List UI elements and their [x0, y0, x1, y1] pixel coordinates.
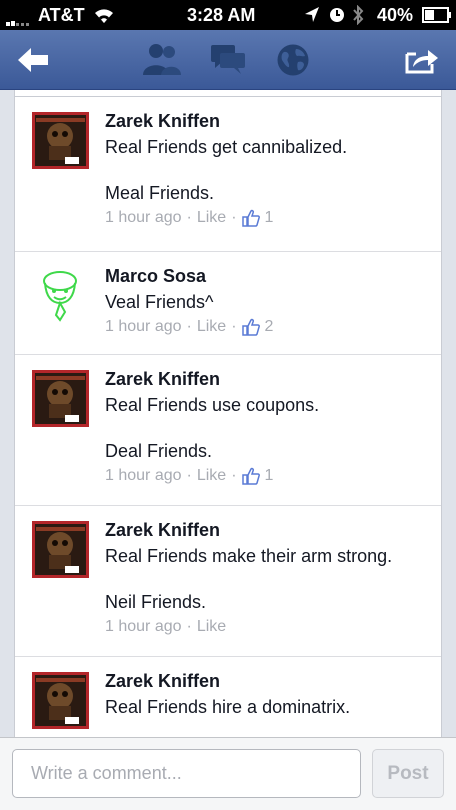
- comment-timestamp: 1 hour ago: [105, 318, 182, 335]
- separator-dot: ·: [186, 618, 192, 635]
- separator-dot: ·: [231, 209, 237, 226]
- comments-panel: Zarek Kniffen Real Friends get cannibali…: [14, 90, 442, 737]
- carrier-label: AT&T: [38, 5, 85, 25]
- comment-text: Real Friends make their arm strong. Neil…: [105, 546, 393, 612]
- post-button[interactable]: Post: [372, 749, 444, 798]
- battery-percent: 40%: [377, 5, 414, 25]
- comment-meta: 1 hour ago · Like · 1: [105, 208, 431, 228]
- separator-dot: ·: [186, 467, 192, 484]
- like-count: 2: [264, 318, 274, 335]
- clock-icon: [329, 7, 345, 28]
- wifi-icon: [92, 6, 116, 29]
- comment-text: Real Friends use coupons. Deal Friends.: [105, 395, 320, 461]
- like-link[interactable]: Like: [197, 317, 226, 337]
- comment-author[interactable]: Zarek Kniffen: [105, 519, 431, 541]
- like-link[interactable]: Like: [197, 617, 226, 637]
- back-arrow-icon[interactable]: [16, 46, 50, 82]
- album-cover-avatar[interactable]: [32, 672, 89, 729]
- comment-author[interactable]: Marco Sosa: [105, 265, 431, 287]
- separator-dot: ·: [186, 209, 192, 226]
- green-cartoon-avatar[interactable]: [32, 267, 89, 324]
- comment-author[interactable]: Zarek Kniffen: [105, 670, 431, 692]
- separator-dot: ·: [186, 318, 192, 335]
- album-cover-avatar[interactable]: [32, 521, 89, 578]
- separator-dot: ·: [231, 467, 237, 484]
- like-count: 1: [264, 467, 274, 484]
- friends-icon[interactable]: [141, 42, 183, 78]
- comment-item: Marco Sosa Veal Friends^ 1 hour ago · Li…: [15, 251, 441, 354]
- like-link[interactable]: Like: [197, 466, 226, 486]
- comment-timestamp: 1 hour ago: [105, 618, 182, 635]
- messages-icon[interactable]: [210, 44, 246, 80]
- comment-author[interactable]: Zarek Kniffen: [105, 110, 431, 132]
- battery-icon: [422, 7, 452, 28]
- comment-meta: 1 hour ago · Like · 2: [105, 317, 431, 337]
- comment-input[interactable]: [12, 749, 361, 798]
- signal-icon: [6, 10, 36, 31]
- thumbs-up-icon: [241, 467, 260, 485]
- like-link[interactable]: Like: [197, 208, 226, 228]
- navigation-bar: [0, 30, 456, 90]
- bluetooth-icon: [352, 4, 364, 30]
- thumbs-up-icon: [241, 209, 260, 227]
- comments-feed[interactable]: Zarek Kniffen Real Friends get cannibali…: [0, 90, 456, 737]
- globe-icon[interactable]: [276, 43, 310, 79]
- share-icon[interactable]: [404, 45, 440, 81]
- thumbs-up-icon: [241, 318, 260, 336]
- comment-item: Zarek Kniffen Real Friends make their ar…: [15, 505, 441, 656]
- status-bar: AT&T 3:28 AM 40%: [0, 0, 456, 30]
- album-cover-avatar[interactable]: [32, 370, 89, 427]
- comment-meta: 1 hour ago · Like: [105, 617, 431, 637]
- comment-timestamp: 1 hour ago: [105, 467, 182, 484]
- comment-author[interactable]: Zarek Kniffen: [105, 368, 431, 390]
- comment-timestamp: 1 hour ago: [105, 209, 182, 226]
- comment-item: Zarek Kniffen Real Friends get cannibali…: [15, 96, 441, 251]
- comment-item: Zarek Kniffen Real Friends hire a domina…: [15, 656, 441, 737]
- album-cover-avatar[interactable]: [32, 112, 89, 169]
- comment-text: Veal Friends^: [105, 292, 214, 312]
- comment-item: Zarek Kniffen Real Friends use coupons. …: [15, 354, 441, 505]
- comment-composer: Post: [0, 737, 456, 810]
- like-count: 1: [264, 209, 274, 226]
- comment-meta: 1 hour ago · Like · 1: [105, 466, 431, 486]
- location-arrow-icon: [304, 6, 320, 29]
- separator-dot: ·: [231, 318, 237, 335]
- comment-text: Real Friends get cannibalized. Meal Frie…: [105, 137, 348, 203]
- comment-text: Real Friends hire a dominatrix.: [105, 697, 351, 717]
- clock-time: 3:28 AM: [187, 5, 256, 25]
